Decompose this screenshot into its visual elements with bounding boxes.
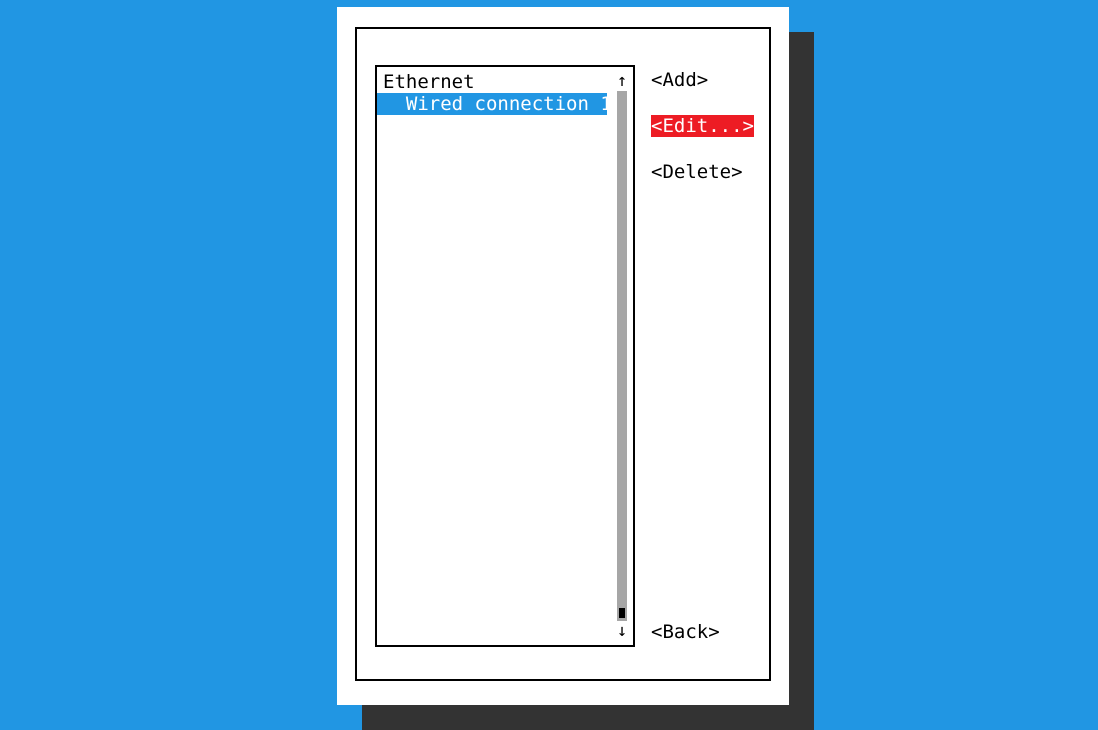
- connection-item[interactable]: Wired connection 1: [377, 93, 607, 115]
- scroll-thumb[interactable]: [619, 608, 625, 618]
- scroll-track[interactable]: [617, 91, 627, 621]
- scroll-up-icon[interactable]: ↑: [617, 71, 627, 91]
- add-button-label: <Add>: [651, 69, 708, 91]
- connection-list-panel: Ethernet Wired connection 1 ↑ ↓: [375, 65, 635, 647]
- connection-category: Ethernet: [377, 71, 633, 93]
- delete-button[interactable]: <Delete>: [651, 161, 754, 207]
- add-button[interactable]: <Add>: [651, 69, 754, 115]
- dialog-body: Ethernet Wired connection 1 ↑ ↓ <Add> <E…: [375, 65, 751, 661]
- dialog-window: Ethernet Wired connection 1 ↑ ↓ <Add> <E…: [337, 7, 789, 705]
- spacer: [651, 207, 754, 621]
- dialog-frame: Ethernet Wired connection 1 ↑ ↓ <Add> <E…: [355, 27, 771, 681]
- delete-button-label: <Delete>: [651, 161, 743, 183]
- scrollbar[interactable]: ↑ ↓: [615, 71, 629, 641]
- edit-button-label: <Edit...>: [651, 115, 754, 137]
- action-column: <Add> <Edit...> <Delete> <Back>: [651, 65, 754, 647]
- scroll-down-icon[interactable]: ↓: [617, 621, 627, 641]
- edit-button[interactable]: <Edit...>: [651, 115, 754, 161]
- back-button[interactable]: <Back>: [651, 621, 720, 643]
- back-button-label: <Back>: [651, 621, 720, 643]
